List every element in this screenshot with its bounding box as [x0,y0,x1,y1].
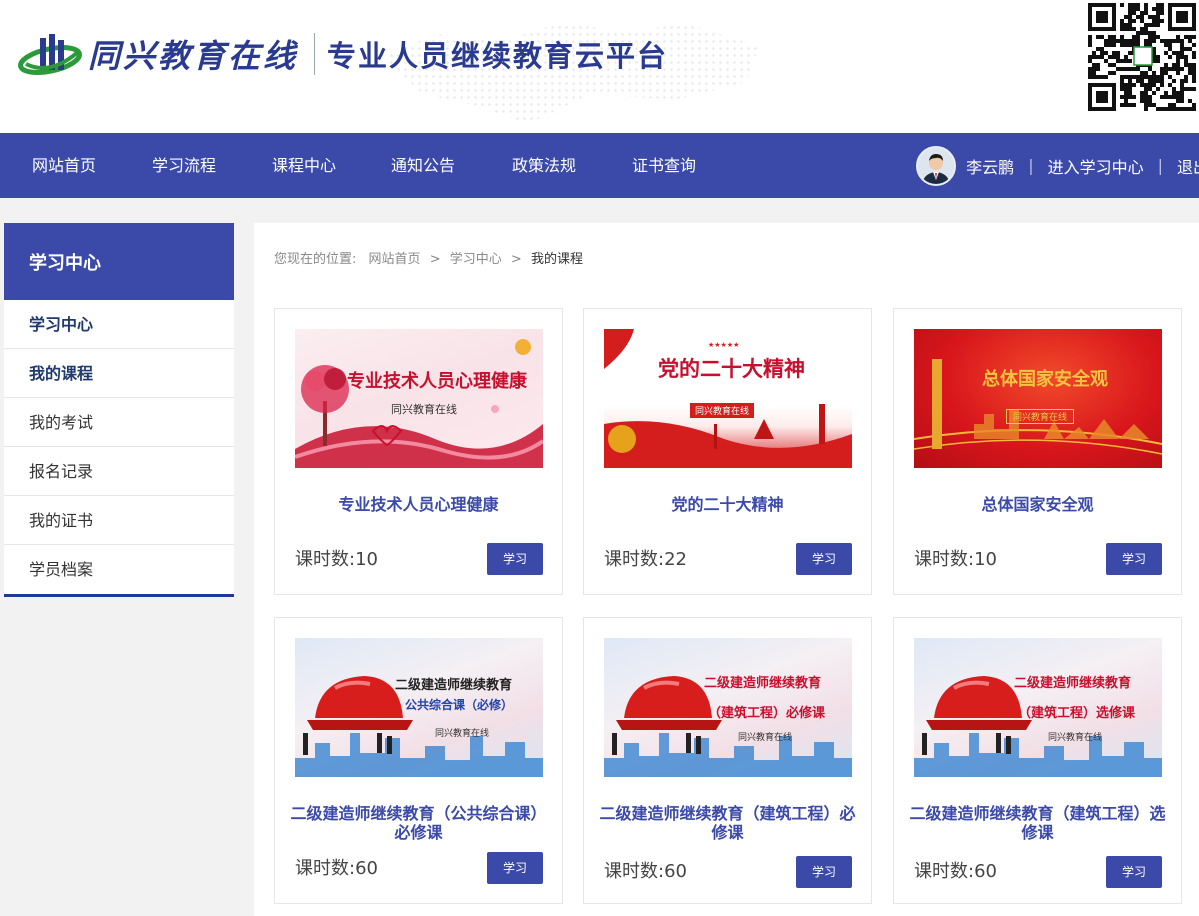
thumbnail-brand: 同兴教育在线 [738,733,793,743]
course-thumbnail[interactable]: 二级建造师继续教育 （建筑工程）必修课 同兴教育在线 [604,638,852,777]
breadcrumb-separator: > [429,252,441,267]
course-hours-label: 课时数: [914,861,975,882]
study-button[interactable]: 学习 [1106,856,1162,888]
course-title[interactable]: 专业技术人员心理健康 [285,495,552,514]
course-hours-label: 课时数: [604,861,665,882]
course-title[interactable]: 总体国家安全观 [904,495,1171,514]
nav-item-notices[interactable]: 通知公告 [391,133,455,198]
sidebar-item-my-exams[interactable]: 我的考试 [4,398,234,447]
breadcrumb-prefix: 您现在的位置: [274,252,357,267]
course-hours: 课时数:60 [914,857,997,883]
course-title[interactable]: 二级建造师继续教育（建筑工程）选修课 [904,804,1171,842]
main-nav: 网站首页 学习流程 课程中心 通知公告 政策法规 证书查询 李云鹏 | 进入学习… [0,133,1199,198]
breadcrumb-learning-center[interactable]: 学习中心 [450,252,502,267]
site-header: 同兴教育在线 专业人员继续教育云平台 [0,0,1199,133]
sidebar-item-student-profile[interactable]: 学员档案 [4,545,234,594]
course-hours: 课时数:10 [295,545,378,571]
study-button[interactable]: 学习 [796,856,852,888]
sidebar-item-my-courses[interactable]: 我的课程 [4,349,234,398]
nav-item-process[interactable]: 学习流程 [152,133,216,198]
course-card[interactable]: ★★★★★ 党的二十大精神 同兴教育在线 党的二十大精神 课时数:22 学习 [583,308,872,595]
user-separator: | [1157,156,1163,175]
study-button[interactable]: 学习 [796,543,852,575]
nav-item-certificate-query[interactable]: 证书查询 [632,133,696,198]
enter-learning-center-link[interactable]: 进入学习中心 [1048,154,1144,178]
course-card[interactable]: 二级建造师继续教育 公共综合课（必修） 同兴教育在线 二级建造师继续教育（公共综… [274,617,563,904]
course-thumbnail[interactable]: 总体国家安全观 同兴教育在线 [914,329,1162,468]
course-hours: 课时数:60 [604,857,687,883]
nav-item-courses[interactable]: 课程中心 [272,133,336,198]
logo-name: 同兴教育在线 [88,37,299,75]
logo-mark-icon [18,30,86,78]
logout-link[interactable]: 退出 [1177,154,1199,178]
course-hours-value: 10 [974,549,997,570]
course-hours-label: 课时数: [914,549,975,570]
thumbnail-title: 专业技术人员心理健康 [347,371,527,392]
course-thumbnail[interactable]: 二级建造师继续教育 （建筑工程）选修课 同兴教育在线 [914,638,1162,777]
thumbnail-subtitle: （建筑工程）必修课 [708,706,826,721]
study-button[interactable]: 学习 [487,852,543,884]
course-thumbnail[interactable]: ★★★★★ 党的二十大精神 同兴教育在线 [604,329,852,468]
thumbnail-brand: 同兴教育在线 [435,729,490,739]
course-hours-value: 22 [664,549,687,570]
thumbnail-subtitle: （建筑工程）选修课 [1018,706,1136,721]
thumbnail-title: 二级建造师继续教育 [395,678,513,693]
thumbnail-brand: 同兴教育在线 [1006,409,1075,424]
course-card[interactable]: 总体国家安全观 同兴教育在线 总体国家安全观 课时数:10 学习 [893,308,1182,595]
study-button[interactable]: 学习 [1106,543,1162,575]
sidebar-title: 学习中心 [4,223,234,300]
breadcrumb-home[interactable]: 网站首页 [369,252,421,267]
course-hours-value: 60 [974,861,997,882]
course-hours: 课时数:10 [914,545,997,571]
user-separator: | [1028,156,1034,175]
course-title[interactable]: 二级建造师继续教育（建筑工程）必修课 [594,804,861,842]
thumbnail-title: 党的二十大精神 [658,357,805,381]
thumbnail-stars: ★★★★★ [708,341,740,349]
course-hours-label: 课时数: [295,549,356,570]
thumbnail-title: 二级建造师继续教育 [704,676,822,691]
nav-item-home[interactable]: 网站首页 [32,133,96,198]
course-hours-label: 课时数: [604,549,665,570]
sidebar-item-my-certificates[interactable]: 我的证书 [4,496,234,545]
course-hours: 课时数:22 [604,545,687,571]
sidebar-item-learning-center[interactable]: 学习中心 [4,300,234,349]
sidebar: 学习中心 学习中心 我的课程 我的考试 报名记录 我的证书 学员档案 [4,223,234,597]
course-title[interactable]: 二级建造师继续教育（公共综合课）必修课 [285,804,552,842]
logo-divider [314,33,316,75]
course-hours-value: 10 [355,549,378,570]
thumbnail-subtitle: 公共综合课（必修） [405,698,514,712]
breadcrumb-separator: > [510,252,522,267]
user-name[interactable]: 李云鹏 [966,154,1014,178]
site-logo[interactable]: 同兴教育在线 专业人员继续教育云平台 [18,30,668,78]
thumbnail-brand: 同兴教育在线 [391,403,457,416]
course-hours-value: 60 [355,858,378,879]
course-hours: 课时数:60 [295,854,378,880]
breadcrumb-current: 我的课程 [530,252,583,267]
course-hours-value: 60 [664,861,687,882]
course-card[interactable]: 二级建造师继续教育 （建筑工程）选修课 同兴教育在线 二级建造师继续教育（建筑工… [893,617,1182,904]
avatar[interactable] [916,145,957,186]
user-area: 李云鹏 | 进入学习中心 | 退出 [916,133,1199,198]
course-thumbnail[interactable]: 专业技术人员心理健康 同兴教育在线 [295,329,543,468]
breadcrumb: 您现在的位置: 网站首页 > 学习中心 > 我的课程 [274,248,583,267]
study-button[interactable]: 学习 [487,543,543,575]
course-card[interactable]: 专业技术人员心理健康 同兴教育在线 专业技术人员心理健康 课时数:10 学习 [274,308,563,595]
course-hours-label: 课时数: [295,858,356,879]
thumbnail-brand: 同兴教育在线 [1048,733,1103,743]
qr-code-icon [1088,3,1198,111]
course-thumbnail[interactable]: 二级建造师继续教育 公共综合课（必修） 同兴教育在线 [295,638,543,777]
course-title[interactable]: 党的二十大精神 [594,495,861,514]
course-card[interactable]: 二级建造师继续教育 （建筑工程）必修课 同兴教育在线 二级建造师继续教育（建筑工… [583,617,872,904]
nav-item-policies[interactable]: 政策法规 [512,133,576,198]
logo-slogan: 专业人员继续教育云平台 [327,39,669,73]
thumbnail-title: 总体国家安全观 [982,369,1108,390]
main-content: 您现在的位置: 网站首页 > 学习中心 > 我的课程 专业技术人员心理健康 同兴… [254,223,1199,916]
sidebar-item-enrollment-records[interactable]: 报名记录 [4,447,234,496]
thumbnail-title: 二级建造师继续教育 [1014,676,1132,691]
thumbnail-brand: 同兴教育在线 [690,403,755,418]
